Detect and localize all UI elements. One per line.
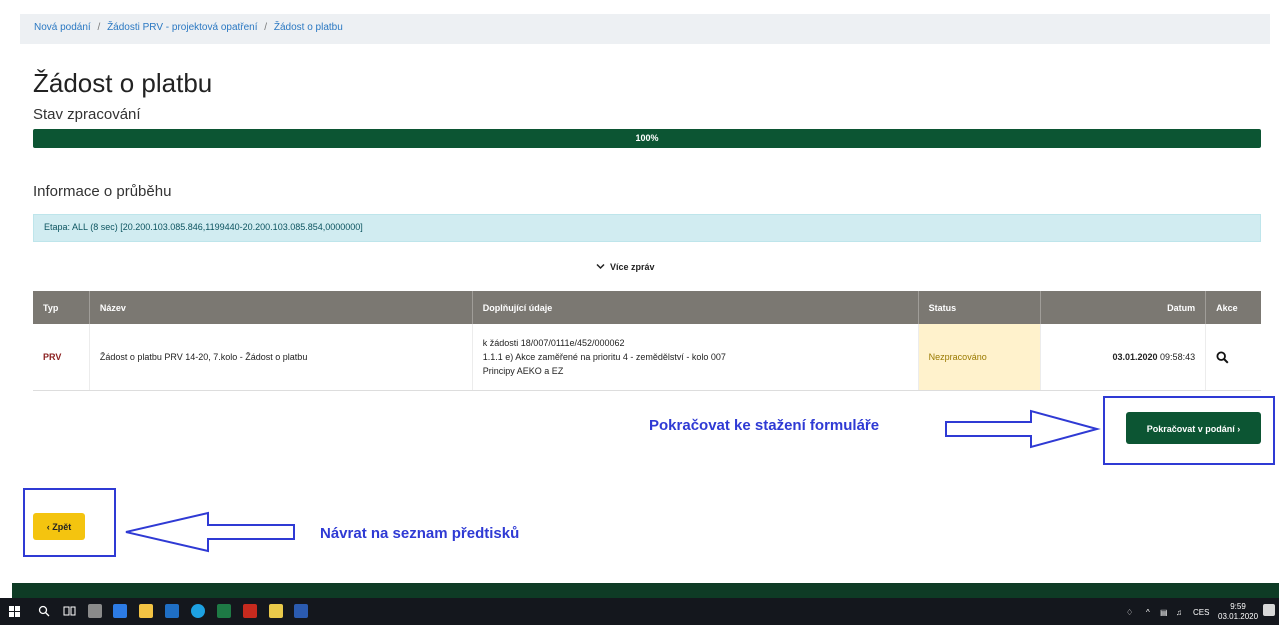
breadcrumb-separator: / xyxy=(264,22,268,33)
row-details-line: k žádosti 18/007/0111e/452/000062 xyxy=(482,338,625,348)
row-details-line: Principy AEKO a EZ xyxy=(482,366,564,376)
taskbar-date[interactable]: 03.01.2020 xyxy=(1218,612,1258,621)
column-header-status: Status xyxy=(918,291,1041,324)
task-view-icon[interactable] xyxy=(63,605,76,617)
row-details: k žádosti 18/007/0111e/452/000062 1.1.1 … xyxy=(472,324,919,391)
column-header-type: Typ xyxy=(33,291,90,324)
row-date: 03.01.2020 09:58:43 xyxy=(1040,324,1207,391)
arrow-right-icon xyxy=(945,409,1101,449)
arrow-left-icon xyxy=(125,511,295,553)
breadcrumb: Nová podání / Žádosti PRV - projektová o… xyxy=(20,14,1270,44)
app-icon[interactable] xyxy=(269,604,283,618)
submissions-table: Typ Název Doplňující údaje Status Datum … xyxy=(33,291,1261,391)
info-message-box: Etapa: ALL (8 sec) [20.200.103.085.846,1… xyxy=(33,214,1261,242)
breadcrumb-item-payment-request[interactable]: Žádost o platbu xyxy=(274,22,343,33)
more-messages-toggle[interactable]: Více zpráv xyxy=(596,262,655,273)
excel-icon[interactable] xyxy=(217,604,231,618)
column-header-name: Název xyxy=(89,291,473,324)
breadcrumb-item-new-submissions[interactable]: Nová podání xyxy=(34,22,91,33)
column-header-details: Doplňující údaje xyxy=(472,291,919,324)
row-actions xyxy=(1205,324,1261,391)
network-icon[interactable]: ▤ xyxy=(1160,608,1168,617)
outlook-icon[interactable] xyxy=(165,604,179,618)
back-hint-text: Návrat na seznam předtisků xyxy=(320,525,520,542)
row-date-day: 03.01.2020 xyxy=(1112,352,1158,362)
breadcrumb-separator: / xyxy=(97,22,101,33)
calculator-icon[interactable] xyxy=(88,604,102,618)
continue-hint-text: Pokračovat ke stažení formuláře xyxy=(649,417,880,434)
windows-taskbar: ♢ ^ ▤ ♫ CES 9:59 03.01.2020 xyxy=(0,598,1279,625)
acrobat-icon[interactable] xyxy=(243,604,257,618)
more-messages-label: Více zpráv xyxy=(610,262,655,272)
chevron-up-icon[interactable]: ^ xyxy=(1146,608,1150,617)
breadcrumb-item-prv-requests[interactable]: Žádosti PRV - projektová opatření xyxy=(107,22,257,33)
edge-browser-icon[interactable] xyxy=(113,604,127,618)
status-badge: Nezpracováno xyxy=(918,324,1041,391)
windows-start-icon[interactable] xyxy=(9,606,20,617)
row-type: PRV xyxy=(33,324,90,391)
column-header-actions: Akce xyxy=(1205,291,1261,324)
chevron-down-icon xyxy=(596,262,605,273)
progress-bar: 100% xyxy=(33,129,1261,148)
page-footer xyxy=(12,583,1279,598)
processing-status-label: Stav zpracování xyxy=(33,106,141,123)
file-explorer-icon[interactable] xyxy=(139,604,153,618)
progress-info-heading: Informace o průběhu xyxy=(33,183,172,200)
row-details-line: 1.1.1 e) Akce zaměřené na prioritu 4 - z… xyxy=(482,352,726,362)
search-icon[interactable] xyxy=(1216,350,1251,364)
page-title: Žádost o platbu xyxy=(33,68,213,98)
row-name: Žádost o platbu PRV 14-20, 7.kolo - Žádo… xyxy=(89,324,473,391)
table-header-row: Typ Název Doplňující údaje Status Datum … xyxy=(33,291,1261,324)
row-date-time: 09:58:43 xyxy=(1160,352,1196,362)
continue-submission-button[interactable]: Pokračovat v podání › xyxy=(1126,412,1261,444)
progress-bar-fill: 100% xyxy=(33,129,1261,148)
back-button[interactable]: ‹ Zpět xyxy=(33,513,85,540)
notifications-icon[interactable] xyxy=(1263,604,1275,616)
word-icon[interactable] xyxy=(294,604,308,618)
search-icon[interactable] xyxy=(38,605,50,617)
input-language-label[interactable]: CES xyxy=(1193,608,1209,617)
column-header-date: Datum xyxy=(1040,291,1207,324)
taskbar-time[interactable]: 9:59 xyxy=(1218,602,1258,611)
skype-icon[interactable] xyxy=(191,604,205,618)
table-row: PRV Žádost o platbu PRV 14-20, 7.kolo - … xyxy=(33,324,1261,391)
people-icon[interactable]: ♢ xyxy=(1126,608,1133,617)
volume-icon[interactable]: ♫ xyxy=(1176,608,1182,617)
